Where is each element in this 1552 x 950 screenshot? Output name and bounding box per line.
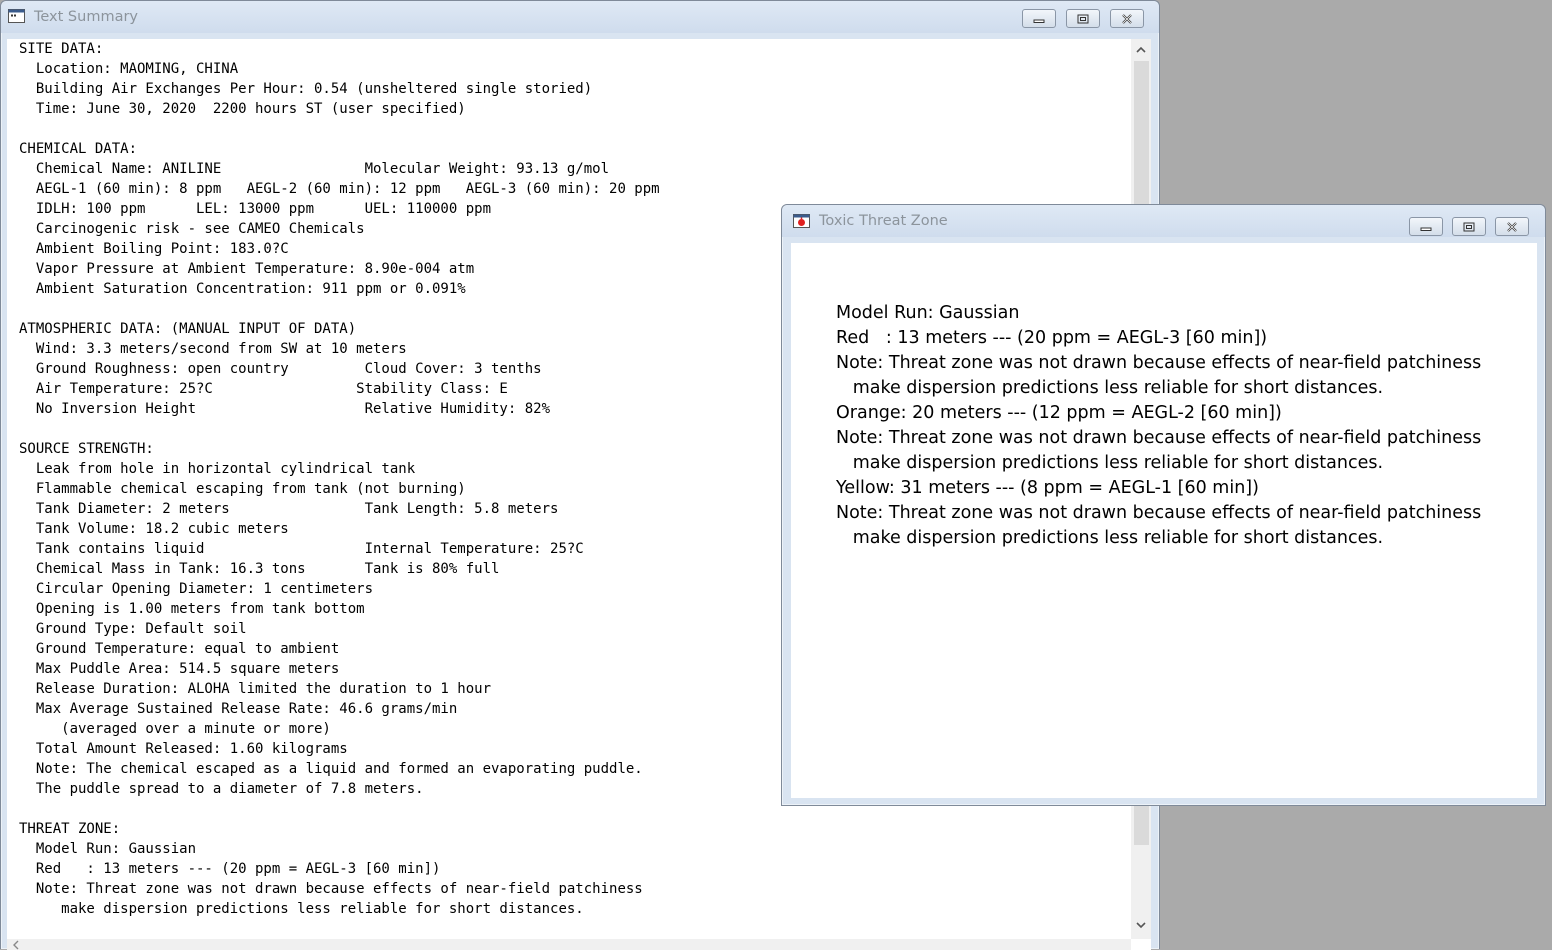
maximize-button[interactable] <box>1452 217 1486 236</box>
text-line: make dispersion predictions less reliabl… <box>19 901 584 917</box>
maximize-icon <box>1077 14 1089 23</box>
minimize-icon <box>1420 227 1432 231</box>
minimize-button[interactable] <box>1022 9 1056 28</box>
document-window-icon <box>8 9 25 23</box>
text-line: IDLH: 100 ppm LEL: 13000 ppm UEL: 110000… <box>19 201 492 217</box>
threat-zone-icon <box>793 214 810 228</box>
minimize-button[interactable] <box>1409 217 1443 236</box>
summary-text: SITE DATA: Location: MAOMING, CHINA Buil… <box>19 39 660 919</box>
text-line: Model Run: Gaussian <box>19 841 197 857</box>
text-line: Max Average Sustained Release Rate: 46.6… <box>19 701 458 717</box>
text-line: Location: MAOMING, CHINA <box>19 61 239 77</box>
close-icon <box>1122 13 1132 24</box>
text-line: make dispersion predictions less reliabl… <box>836 378 1384 398</box>
close-button[interactable] <box>1495 217 1529 236</box>
text-line: Note: The chemical escaped as a liquid a… <box>19 761 643 777</box>
maximize-icon <box>1463 222 1475 231</box>
text-line: Note: Threat zone was not drawn because … <box>836 353 1482 373</box>
text-line: ATMOSPHERIC DATA: (MANUAL INPUT OF DATA) <box>19 321 357 337</box>
text-line: Model Run: Gaussian <box>836 303 1020 323</box>
close-button[interactable] <box>1110 9 1144 28</box>
text-line: Ambient Saturation Concentration: 911 pp… <box>19 281 466 297</box>
text-line: make dispersion predictions less reliabl… <box>836 528 1384 548</box>
text-line: Max Puddle Area: 514.5 square meters <box>19 661 340 677</box>
text-line: Vapor Pressure at Ambient Temperature: 8… <box>19 261 475 277</box>
text-line: Ground Type: Default soil <box>19 621 247 637</box>
text-line: Carcinogenic risk - see CAMEO Chemicals <box>19 221 365 237</box>
text-line: Release Duration: ALOHA limited the dura… <box>19 681 492 697</box>
text-line: SITE DATA: <box>19 41 104 57</box>
text-line: Total Amount Released: 1.60 kilograms <box>19 741 348 757</box>
text-line: Circular Opening Diameter: 1 centimeters <box>19 581 374 597</box>
text-line: Chemical Mass in Tank: 16.3 tons Tank is… <box>19 561 500 577</box>
text-line: Opening is 1.00 meters from tank bottom <box>19 601 365 617</box>
text-line: Note: Threat zone was not drawn because … <box>19 881 643 897</box>
text-line: Time: June 30, 2020 2200 hours ST (user … <box>19 101 466 117</box>
text-line: No Inversion Height Relative Humidity: 8… <box>19 401 551 417</box>
text-line: Flammable chemical escaping from tank (n… <box>19 481 466 497</box>
text-line: Yellow: 31 meters --- (8 ppm = AEGL-1 [6… <box>836 478 1259 498</box>
text-line: Air Temperature: 25?C Stability Class: E <box>19 381 508 397</box>
text-line: Building Air Exchanges Per Hour: 0.54 (u… <box>19 81 593 97</box>
text-line: THREAT ZONE: <box>19 821 121 837</box>
text-line: Tank contains liquid Internal Temperatur… <box>19 541 584 557</box>
text-line: The puddle spread to a diameter of 7.8 m… <box>19 781 424 797</box>
toxic-threat-zone-content[interactable]: Model Run: Gaussian Red : 13 meters --- … <box>791 243 1537 798</box>
text-line: SOURCE STRENGTH: <box>19 441 154 457</box>
text-line: Ambient Boiling Point: 183.0?C <box>19 241 289 257</box>
text-summary-titlebar[interactable]: Text Summary <box>1 1 1159 33</box>
text-line: Tank Diameter: 2 meters Tank Length: 5.8… <box>19 501 559 517</box>
chevron-up-icon[interactable] <box>1135 44 1147 56</box>
text-line: make dispersion predictions less reliabl… <box>836 453 1384 473</box>
maximize-button[interactable] <box>1066 9 1100 28</box>
minimize-icon <box>1033 19 1045 23</box>
text-line: Note: Threat zone was not drawn because … <box>836 428 1482 448</box>
text-line: Tank Volume: 18.2 cubic meters <box>19 521 289 537</box>
chevron-down-icon[interactable] <box>1135 919 1147 931</box>
text-line: (averaged over a minute or more) <box>19 721 331 737</box>
text-line: CHEMICAL DATA: <box>19 141 138 157</box>
text-line: Ground Roughness: open country Cloud Cov… <box>19 361 542 377</box>
window-title: Text Summary <box>34 9 139 25</box>
horizontal-scrollbar[interactable] <box>7 939 1131 950</box>
text-line: Ground Temperature: equal to ambient <box>19 641 340 657</box>
text-line: AEGL-1 (60 min): 8 ppm AEGL-2 (60 min): … <box>19 181 660 197</box>
text-line: Wind: 3.3 meters/second from SW at 10 me… <box>19 341 407 357</box>
text-line: Note: Threat zone was not drawn because … <box>836 503 1482 523</box>
text-line: Chemical Name: ANILINE Molecular Weight:… <box>19 161 610 177</box>
text-line: Red : 13 meters --- (20 ppm = AEGL-3 [60… <box>836 328 1268 348</box>
text-line: Orange: 20 meters --- (12 ppm = AEGL-2 [… <box>836 403 1282 423</box>
toxic-threat-zone-window[interactable]: Toxic Threat Zone Model Run: Gaussian Re… <box>781 204 1546 806</box>
window-title: Toxic Threat Zone <box>819 213 948 229</box>
text-line: Leak from hole in horizontal cylindrical… <box>19 461 416 477</box>
threat-zone-text: Model Run: Gaussian Red : 13 meters --- … <box>836 301 1481 551</box>
toxic-threat-zone-titlebar[interactable]: Toxic Threat Zone <box>782 205 1545 237</box>
text-line: Red : 13 meters --- (20 ppm = AEGL-3 [60… <box>19 861 441 877</box>
close-icon <box>1507 221 1517 232</box>
chevron-left-icon[interactable] <box>11 939 21 950</box>
